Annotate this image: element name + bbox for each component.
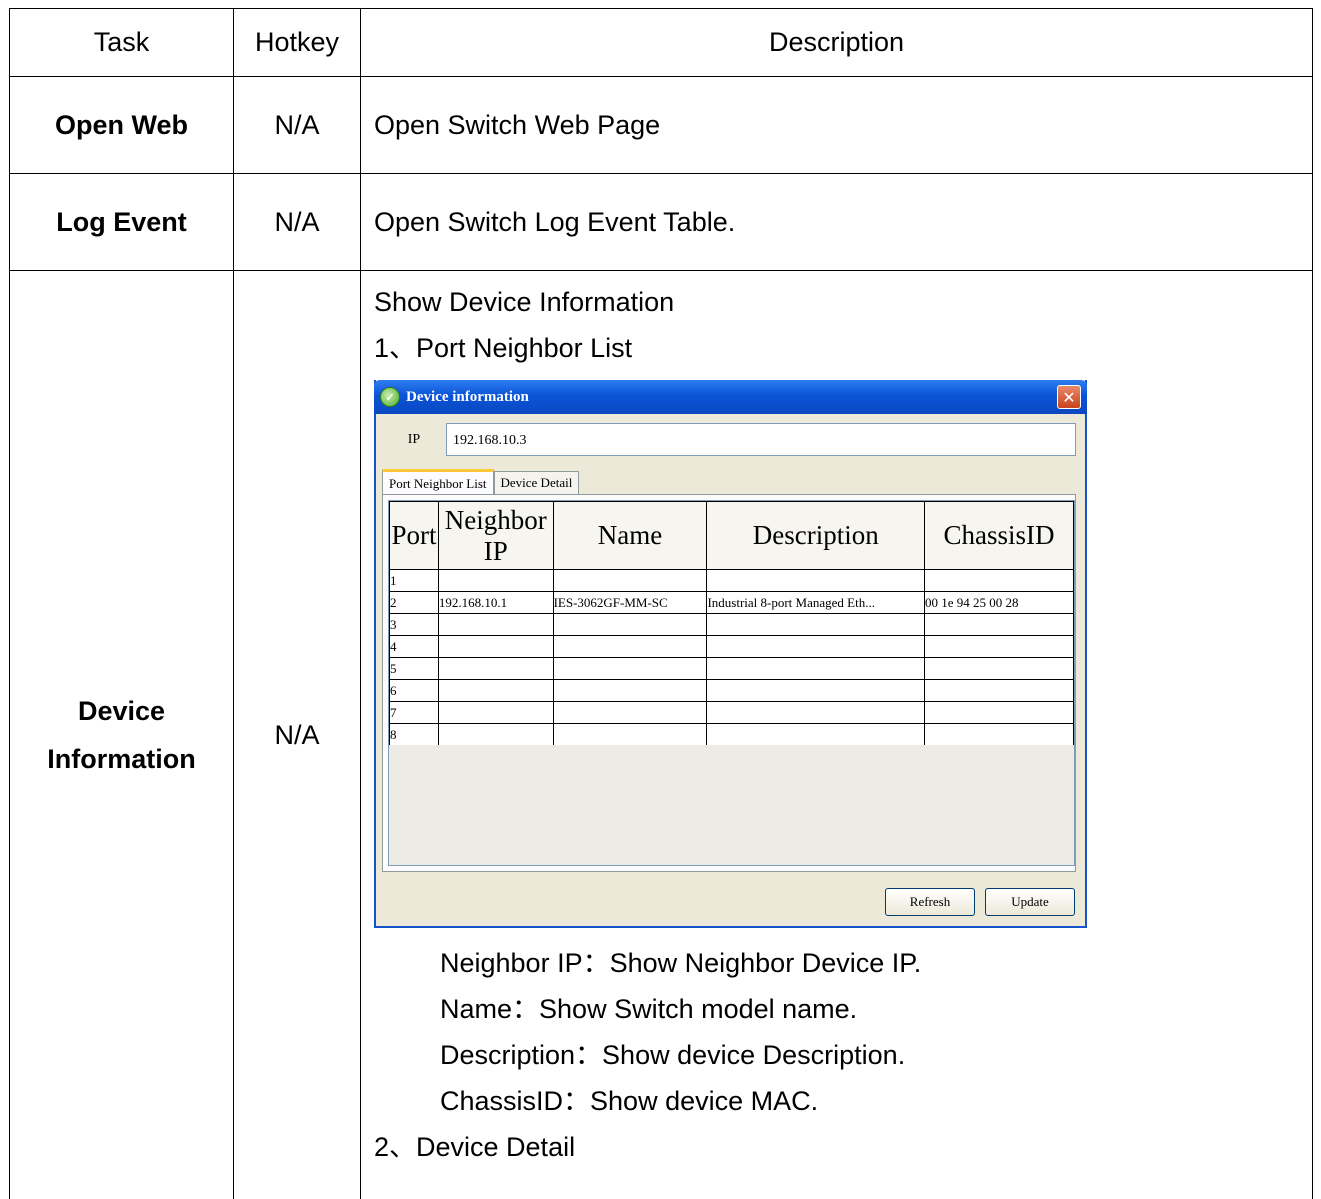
table-row: Open Web N/A Open Switch Web Page [10,77,1313,174]
column-header-description[interactable]: Description [707,502,925,570]
header-task: Task [10,9,234,77]
grid-cell [553,658,707,680]
grid-cell [438,680,553,702]
tab-panel: Port Neighbor IP Name Description Chassi… [382,494,1076,872]
dialog-title: Device information [406,389,529,406]
task-line-2: Information [10,735,233,783]
grid-cell: 00 1e 94 25 00 28 [925,592,1074,614]
grid-cell: 4 [390,636,439,658]
grid-cell: 7 [390,702,439,724]
grid-cell: 2 [390,592,439,614]
tab-port-neighbor-list[interactable]: Port Neighbor List [382,469,494,495]
grid-cell: 5 [390,658,439,680]
intro-text: Show Device Information [374,279,1312,325]
grid-cell [438,702,553,724]
grid-cell [925,724,1074,746]
ip-input[interactable]: 192.168.10.3 [446,423,1076,456]
grid-cell [925,680,1074,702]
task-line-1: Device [10,687,233,735]
hotkey-cell: N/A [234,174,361,271]
grid-cell: 3 [390,614,439,636]
column-header-name[interactable]: Name [553,502,707,570]
grid-cell [707,680,925,702]
grid-cell [925,702,1074,724]
dialog-buttons: Refresh Update [885,888,1075,916]
close-icon[interactable]: ✕ [1057,385,1081,409]
refresh-button[interactable]: Refresh [885,888,975,916]
grid-cell [438,658,553,680]
grid-cell [438,724,553,746]
grid-cell [925,614,1074,636]
grid-cell [553,680,707,702]
grid-cell [925,570,1074,592]
grid-cell [553,614,707,636]
tab-bar: Port Neighbor List Device Detail [382,466,579,494]
grid-cell [707,614,925,636]
hotkey-table: Task Hotkey Description Open Web N/A Ope… [9,8,1313,1199]
grid-cell: Industrial 8-port Managed Eth... [707,592,925,614]
dialog-titlebar[interactable]: ✓ Device information ✕ [374,380,1087,414]
grid-cell [438,614,553,636]
description-cell: Open Switch Log Event Table. [361,174,1313,271]
item-2-text: 2、Device Detail [374,1124,1312,1170]
grid-row[interactable]: 7 [390,702,1074,724]
neighbor-grid[interactable]: Port Neighbor IP Name Description Chassi… [388,500,1075,866]
tab-device-detail[interactable]: Device Detail [494,471,580,494]
ip-row: IP 192.168.10.3 [382,422,1076,457]
grid-cell [707,570,925,592]
update-button[interactable]: Update [985,888,1075,916]
hotkey-cell: N/A [234,271,361,1199]
item-1-text: 1、Port Neighbor List [374,325,1312,371]
grid-cell [553,570,707,592]
table-row: Log Event N/A Open Switch Log Event Tabl… [10,174,1313,271]
grid-row[interactable]: 8 [390,724,1074,746]
hotkey-cell: N/A [234,77,361,174]
grid-cell: IES-3062GF-MM-SC [553,592,707,614]
grid-cell: 6 [390,680,439,702]
note-description: Description：Show device Description. [374,1032,1312,1078]
grid-cell: 192.168.10.1 [438,592,553,614]
grid-row[interactable]: 6 [390,680,1074,702]
grid-row[interactable]: 1 [390,570,1074,592]
grid-cell [553,702,707,724]
table-row: Device Information N/A Show Device Infor… [10,271,1313,1199]
grid-cell [707,702,925,724]
grid-cell [925,636,1074,658]
grid-cell [707,636,925,658]
device-information-dialog: ✓ Device information ✕ IP 192.168.10.3 P… [374,380,1087,928]
column-header-neighbor-ip[interactable]: Neighbor IP [438,502,553,570]
grid-row[interactable]: 2192.168.10.1IES-3062GF-MM-SCIndustrial … [390,592,1074,614]
grid-row[interactable]: 3 [390,614,1074,636]
grid-cell: 1 [390,570,439,592]
task-cell: Log Event [10,174,234,271]
task-cell: Device Information [10,271,234,1199]
grid-cell [553,724,707,746]
header-description: Description [361,9,1313,77]
grid-cell [707,724,925,746]
grid-row[interactable]: 4 [390,636,1074,658]
grid-cell [553,636,707,658]
grid-cell: 8 [390,724,439,746]
column-header-port[interactable]: Port [390,502,439,570]
grid-cell [438,570,553,592]
column-header-chassisid[interactable]: ChassisID [925,502,1074,570]
grid-row[interactable]: 5 [390,658,1074,680]
task-cell: Open Web [10,77,234,174]
ip-label: IP [382,432,446,448]
grid-cell [707,658,925,680]
note-name: Name：Show Switch model name. [374,986,1312,1032]
app-icon: ✓ [380,387,400,407]
description-cell: Show Device Information 1、Port Neighbor … [361,271,1313,1199]
note-neighbor-ip: Neighbor IP：Show Neighbor Device IP. [374,940,1312,986]
note-chassisid: ChassisID：Show device MAC. [374,1078,1312,1124]
description-cell: Open Switch Web Page [361,77,1313,174]
grid-cell [438,636,553,658]
header-hotkey: Hotkey [234,9,361,77]
grid-cell [925,658,1074,680]
